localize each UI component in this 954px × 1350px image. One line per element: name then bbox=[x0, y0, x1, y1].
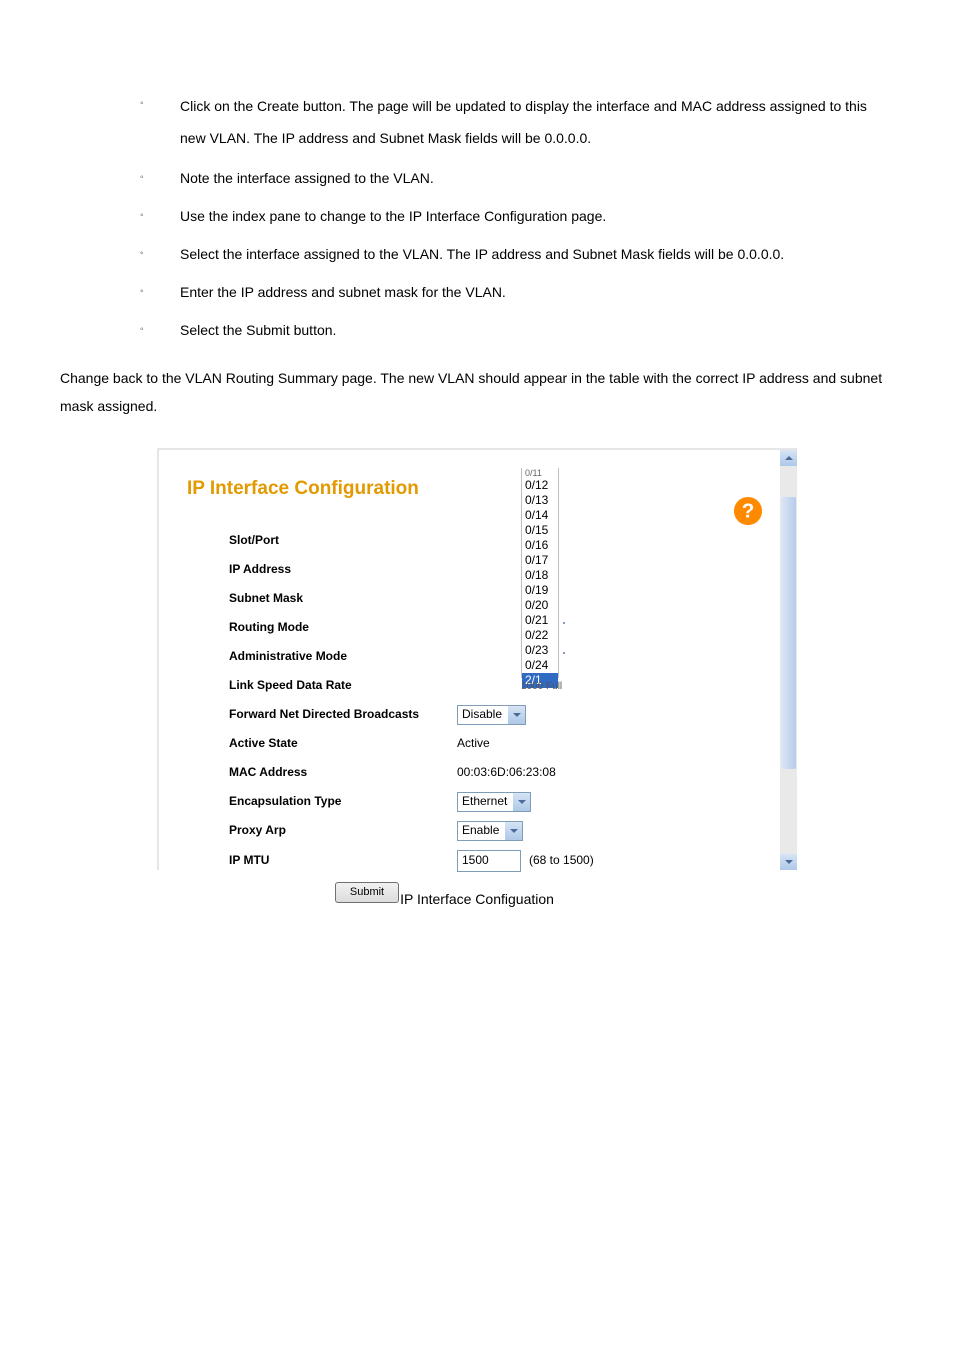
listbox-option-truncated: 0/11 bbox=[522, 468, 558, 478]
proxy-arp-select[interactable]: Enable bbox=[457, 821, 523, 841]
proxy-arp-value: Enable bbox=[458, 822, 505, 839]
help-icon[interactable]: ? bbox=[733, 496, 763, 526]
instruction-item: Select the interface assigned to the VLA… bbox=[140, 240, 894, 268]
instruction-item: Click on the Create button. The page wil… bbox=[140, 90, 894, 154]
chevron-down-icon bbox=[508, 706, 525, 724]
label-proxy-arp: Proxy Arp bbox=[187, 822, 457, 839]
label-slotport: Slot/Port bbox=[187, 532, 457, 549]
fwd-broadcast-value: Disable bbox=[458, 706, 508, 723]
listbox-option[interactable]: 0/23 bbox=[522, 643, 558, 658]
listbox-option[interactable]: 0/18 bbox=[522, 568, 558, 583]
label-link-speed: Link Speed Data Rate bbox=[187, 677, 457, 694]
encap-type-select[interactable]: Ethernet bbox=[457, 792, 531, 812]
mac-address-value: 00:03:6D:06:23:08 bbox=[457, 764, 556, 781]
label-admin-mode: Administrative Mode bbox=[187, 648, 457, 665]
ip-mtu-value: 1500 bbox=[462, 852, 489, 869]
listbox-option[interactable]: 0/16 bbox=[522, 538, 558, 553]
label-ip-address: IP Address bbox=[187, 561, 457, 578]
listbox-option[interactable]: 0/14 bbox=[522, 508, 558, 523]
submit-button[interactable]: Submit bbox=[335, 882, 399, 903]
listbox-option[interactable]: 0/13 bbox=[522, 493, 558, 508]
instruction-list: Click on the Create button. The page wil… bbox=[60, 90, 894, 344]
label-subnet-mask: Subnet Mask bbox=[187, 590, 457, 607]
instruction-item: Enter the IP address and subnet mask for… bbox=[140, 278, 894, 306]
listbox-option[interactable]: 0/21 bbox=[522, 613, 558, 628]
instruction-item: Note the interface assigned to the VLAN. bbox=[140, 164, 894, 192]
svg-text:?: ? bbox=[742, 500, 755, 523]
instruction-item: Select the Submit button. bbox=[140, 316, 894, 344]
slotport-listbox[interactable]: 0/11 0/12 0/13 0/14 0/15 0/16 0/17 0/18 … bbox=[521, 468, 559, 678]
label-fwd-broadcast: Forward Net Directed Broadcasts bbox=[187, 706, 457, 723]
listbox-option[interactable]: 0/22 bbox=[522, 628, 558, 643]
label-encap-type: Encapsulation Type bbox=[187, 793, 457, 810]
label-ip-mtu: IP MTU bbox=[187, 852, 457, 869]
listbox-option[interactable]: 0/24 bbox=[522, 658, 558, 673]
listbox-option[interactable]: 0/12 bbox=[522, 478, 558, 493]
label-routing-mode: Routing Mode bbox=[187, 619, 457, 636]
listbox-option[interactable]: 0/15 bbox=[522, 523, 558, 538]
listbox-option[interactable]: 0/20 bbox=[522, 598, 558, 613]
listbox-option[interactable]: 0/19 bbox=[522, 583, 558, 598]
label-mac-address: MAC Address bbox=[187, 764, 457, 781]
encap-type-value: Ethernet bbox=[458, 793, 513, 810]
ip-mtu-input[interactable]: 1500 bbox=[457, 850, 521, 872]
ip-mtu-hint: (68 to 1500) bbox=[529, 852, 594, 869]
fwd-broadcast-select[interactable]: Disable bbox=[457, 705, 526, 725]
scroll-up-button[interactable] bbox=[780, 450, 797, 466]
link-speed-value-fragment: 1000 Full bbox=[521, 680, 562, 694]
chevron-down-icon bbox=[505, 822, 522, 840]
chevron-down-icon bbox=[513, 793, 530, 811]
figure-title: IP Interface Configuration bbox=[187, 476, 797, 503]
label-active-state: Active State bbox=[187, 735, 457, 752]
active-state-value: Active bbox=[457, 735, 490, 752]
routing-mode-dropdown-arrow[interactable] bbox=[563, 622, 565, 624]
admin-mode-dropdown-arrow[interactable] bbox=[563, 652, 565, 654]
ip-interface-figure: 0/11 0/12 0/13 0/14 0/15 0/16 0/17 0/18 … bbox=[157, 448, 797, 870]
instruction-item: Use the index pane to change to the IP I… bbox=[140, 202, 894, 230]
listbox-option[interactable]: 0/17 bbox=[522, 553, 558, 568]
summary-paragraph: Change back to the VLAN Routing Summary … bbox=[60, 364, 894, 420]
